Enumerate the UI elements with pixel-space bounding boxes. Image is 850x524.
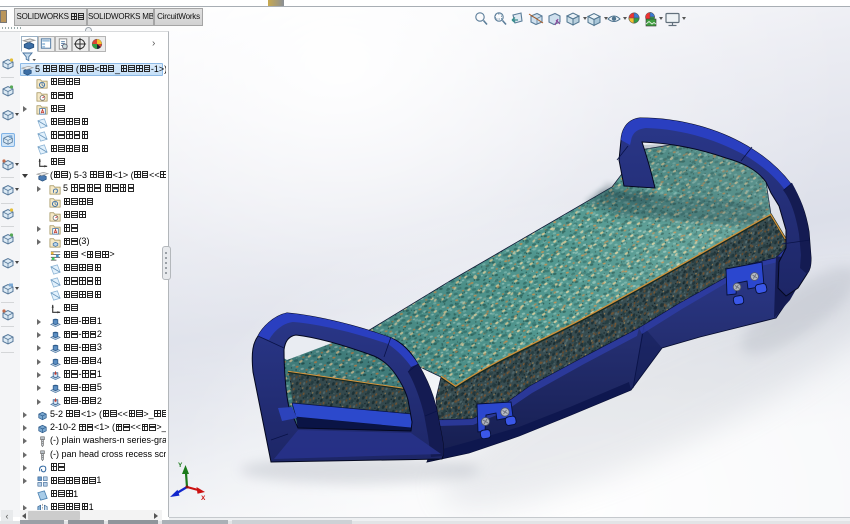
svg-text:Y: Y [178,462,183,469]
svg-text:X: X [201,495,206,502]
